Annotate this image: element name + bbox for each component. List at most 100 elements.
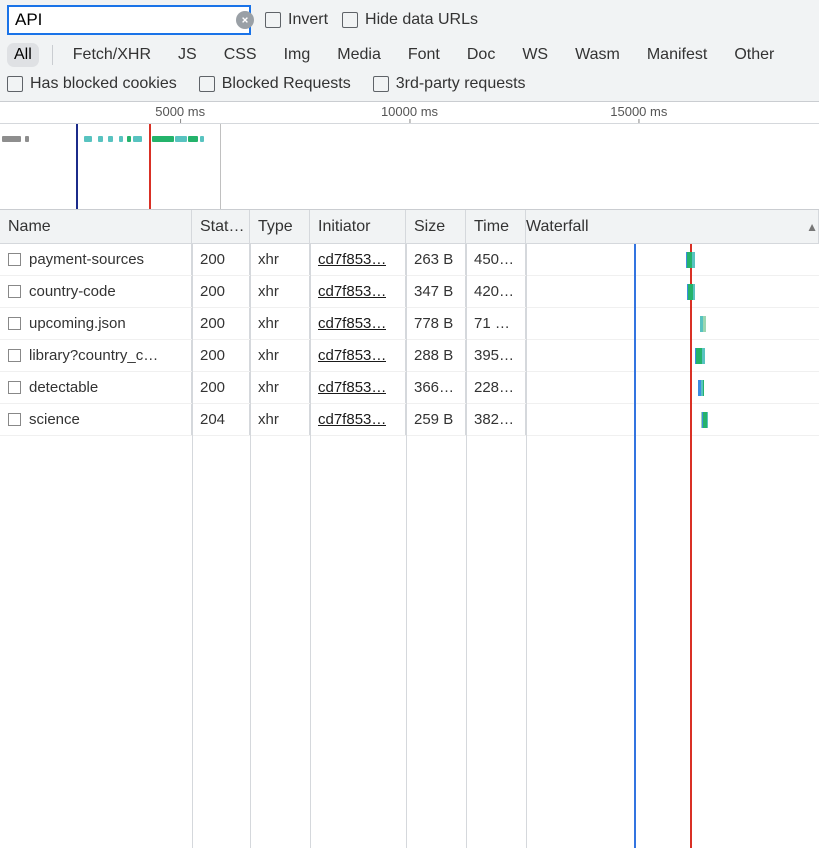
cell-time: 420… (466, 276, 526, 307)
blocked-cookies-checkbox-input[interactable] (7, 76, 23, 92)
filter-input[interactable] (15, 10, 236, 30)
blocked-cookies-checkbox[interactable]: Has blocked cookies (7, 75, 177, 93)
col-initiator[interactable]: Initiator (310, 210, 406, 243)
timeline-request-segment (84, 136, 92, 142)
type-filter-separator (52, 45, 53, 65)
type-filter-row: All Fetch/XHR JS CSS Img Media Font Doc WS Wasm Ma… (7, 43, 812, 67)
cell-time: 450… (466, 244, 526, 275)
blocked-requests-checkbox[interactable]: Blocked Requests (199, 75, 351, 93)
table-header: Name Stat… Type Initiator Size Time Wate… (0, 210, 819, 244)
cell-size: 366… (406, 372, 466, 403)
type-filter-other[interactable]: Other (727, 43, 781, 67)
type-filter-manifest[interactable]: Manifest (640, 43, 714, 67)
cell-waterfall (526, 308, 819, 339)
initiator-link[interactable]: cd7f853… (318, 251, 386, 268)
waterfall-bar (698, 380, 704, 396)
cell-waterfall (526, 372, 819, 403)
request-name: country-code (29, 283, 116, 300)
blocked-requests-checkbox-input[interactable] (199, 76, 215, 92)
timeline-ruler: 5000 ms10000 ms15000 ms (0, 102, 819, 124)
table-row[interactable]: library?country_c…200xhrcd7f853…288 B395… (0, 340, 819, 372)
col-size[interactable]: Size (406, 210, 466, 243)
table-row[interactable]: detectable200xhrcd7f853…366…228… (0, 372, 819, 404)
type-filter-ws[interactable]: WS (515, 43, 555, 67)
type-filter-fetchxhr[interactable]: Fetch/XHR (66, 43, 158, 67)
filter-row: Invert Hide data URLs (7, 5, 812, 35)
hide-data-urls-checkbox-input[interactable] (342, 12, 358, 28)
cell-status: 200 (192, 372, 250, 403)
table-row[interactable]: country-code200xhrcd7f853…347 B420… (0, 276, 819, 308)
cell-waterfall (526, 340, 819, 371)
request-name: upcoming.json (29, 315, 126, 332)
timeline-request-segment (152, 136, 173, 142)
file-icon (8, 317, 21, 330)
hide-data-urls-checkbox[interactable]: Hide data URLs (342, 11, 478, 29)
request-name: library?country_c… (29, 347, 158, 364)
waterfall-bar (701, 412, 708, 428)
type-filter-media[interactable]: Media (330, 43, 388, 67)
close-icon (242, 15, 248, 25)
clear-filter-button[interactable] (236, 11, 254, 29)
cell-name[interactable]: detectable (0, 372, 192, 403)
cell-name[interactable]: country-code (0, 276, 192, 307)
table-row[interactable]: payment-sources200xhrcd7f853…263 B450… (0, 244, 819, 276)
waterfall-bar (687, 284, 695, 300)
timeline-request-segment (119, 136, 123, 142)
domcontentloaded-line (76, 124, 78, 209)
initiator-link[interactable]: cd7f853… (318, 379, 386, 396)
cell-status: 200 (192, 276, 250, 307)
extra-filter-row: Has blocked cookies Blocked Requests 3rd… (7, 75, 812, 93)
timeline-overview[interactable]: 5000 ms10000 ms15000 ms (0, 102, 819, 210)
waterfall-bar (695, 348, 705, 364)
type-filter-wasm[interactable]: Wasm (568, 43, 627, 67)
third-party-checkbox-input[interactable] (373, 76, 389, 92)
file-icon (8, 253, 21, 266)
invert-checkbox[interactable]: Invert (265, 11, 328, 29)
cell-waterfall (526, 276, 819, 307)
file-icon (8, 413, 21, 426)
cell-status: 200 (192, 340, 250, 371)
type-filter-doc[interactable]: Doc (460, 43, 502, 67)
initiator-link[interactable]: cd7f853… (318, 315, 386, 332)
table-row[interactable]: upcoming.json200xhrcd7f853…778 B71 … (0, 308, 819, 340)
initiator-link[interactable]: cd7f853… (318, 347, 386, 364)
invert-checkbox-input[interactable] (265, 12, 281, 28)
load-line (149, 124, 151, 209)
timeline-request-segment (98, 136, 103, 142)
timeline-request-segment (127, 136, 131, 142)
third-party-checkbox[interactable]: 3rd-party requests (373, 75, 526, 93)
col-time[interactable]: Time (466, 210, 526, 243)
cell-time: 395… (466, 340, 526, 371)
cell-name[interactable]: upcoming.json (0, 308, 192, 339)
cell-status: 204 (192, 404, 250, 435)
col-status[interactable]: Stat… (192, 210, 250, 243)
cell-size: 259 B (406, 404, 466, 435)
cell-status: 200 (192, 308, 250, 339)
blocked-requests-label: Blocked Requests (222, 75, 351, 93)
cell-size: 778 B (406, 308, 466, 339)
type-filter-img[interactable]: Img (277, 43, 318, 67)
cell-type: xhr (250, 340, 310, 371)
cell-type: xhr (250, 244, 310, 275)
timeline-tick: 15000 ms (610, 102, 667, 119)
col-name[interactable]: Name (0, 210, 192, 243)
cell-name[interactable]: payment-sources (0, 244, 192, 275)
cell-name[interactable]: science (0, 404, 192, 435)
filter-input-wrap (7, 5, 251, 35)
cell-initiator: cd7f853… (310, 308, 406, 339)
cell-initiator: cd7f853… (310, 244, 406, 275)
type-filter-js[interactable]: JS (171, 43, 204, 67)
type-filter-font[interactable]: Font (401, 43, 447, 67)
col-type[interactable]: Type (250, 210, 310, 243)
network-toolbar: Invert Hide data URLs AllFetch/XHRJSCSSI… (0, 0, 819, 102)
col-waterfall[interactable]: Waterfall ▲ (526, 210, 819, 243)
request-name: science (29, 411, 80, 428)
type-filter-css[interactable]: CSS (217, 43, 264, 67)
initiator-link[interactable]: cd7f853… (318, 283, 386, 300)
table-row[interactable]: science204xhrcd7f853…259 B382… (0, 404, 819, 436)
cell-name[interactable]: library?country_c… (0, 340, 192, 371)
timeline-request-segment (188, 136, 198, 142)
initiator-link[interactable]: cd7f853… (318, 411, 386, 428)
cell-size: 263 B (406, 244, 466, 275)
type-filter-all[interactable]: All (7, 43, 39, 67)
